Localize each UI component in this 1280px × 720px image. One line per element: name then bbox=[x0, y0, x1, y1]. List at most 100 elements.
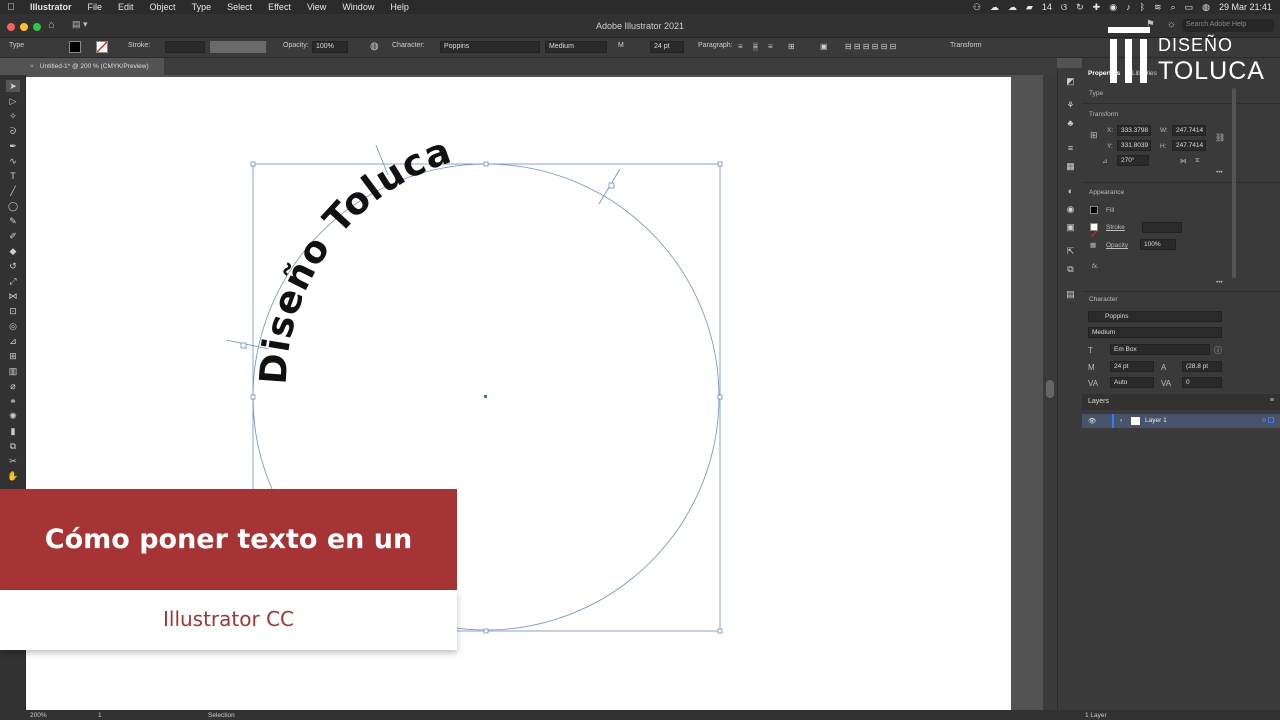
butterfly-icon[interactable]: ଓ bbox=[1061, 2, 1067, 13]
opacity-label[interactable]: Opacity bbox=[1106, 242, 1128, 249]
layer-name[interactable]: Layer 1 bbox=[1145, 417, 1167, 424]
menu-select[interactable]: Select bbox=[219, 2, 260, 12]
apple-icon[interactable]:  bbox=[0, 2, 22, 13]
menu-window[interactable]: Window bbox=[334, 2, 382, 12]
font-size-field[interactable]: 24 pt bbox=[650, 41, 684, 53]
type-tool-icon[interactable]: T bbox=[6, 170, 20, 182]
stroke-label[interactable]: Stroke bbox=[1106, 224, 1125, 231]
expand-chevron-icon[interactable]: › bbox=[1120, 417, 1122, 424]
x-field[interactable]: 333.3798 bbox=[1117, 125, 1151, 136]
vertical-scrollbar[interactable] bbox=[1043, 75, 1057, 710]
fill-swatch[interactable] bbox=[69, 41, 81, 53]
more-options-icon[interactable]: ••• bbox=[1216, 169, 1223, 176]
cloud-icon[interactable]: ☁ bbox=[990, 2, 999, 13]
flip-vertical-icon[interactable]: ⧖ bbox=[1195, 157, 1200, 165]
gradient-panel-icon[interactable]: ▦ bbox=[1064, 161, 1077, 172]
pen-tool-icon[interactable]: ✒ bbox=[6, 140, 20, 152]
selection-indicator[interactable] bbox=[1268, 417, 1274, 423]
wifi-icon[interactable]: ≋ bbox=[1154, 2, 1162, 13]
record-icon[interactable]: ◉ bbox=[1109, 2, 1117, 13]
cloud-icon-2[interactable]: ☁ bbox=[1008, 2, 1017, 13]
menu-view[interactable]: View bbox=[299, 2, 334, 12]
h-field[interactable]: 247.7414 bbox=[1172, 140, 1206, 151]
appearance-panel-icon[interactable]: ◉ bbox=[1064, 204, 1077, 215]
column-graph-tool-icon[interactable]: ▮ bbox=[6, 425, 20, 437]
fx-button[interactable]: fx. bbox=[1092, 263, 1099, 270]
document-tab[interactable]: × Untitled-1* @ 200 % (CMYK/Preview) bbox=[26, 58, 164, 75]
symbol-sprayer-tool-icon[interactable]: ✺ bbox=[6, 410, 20, 422]
mesh-tool-icon[interactable]: ⊞ bbox=[6, 350, 20, 362]
menu-app-name[interactable]: Illustrator bbox=[22, 2, 80, 12]
recolor-icon[interactable]: ◍ bbox=[370, 41, 379, 52]
ellipse-tool-icon[interactable]: ◯ bbox=[6, 200, 20, 212]
artboard-tool-icon[interactable]: ⧉ bbox=[6, 440, 20, 452]
libraries-icon[interactable]: ⚘ bbox=[1064, 100, 1077, 111]
font-size-field[interactable]: 24 pt bbox=[1110, 361, 1154, 372]
tracking-field[interactable]: 0 bbox=[1182, 377, 1222, 388]
layers-panel-title[interactable]: Layers bbox=[1088, 398, 1109, 405]
menu-type[interactable]: Type bbox=[184, 2, 220, 12]
stroke-weight-field[interactable] bbox=[1142, 222, 1182, 233]
blend-tool-icon[interactable]: ⚭ bbox=[6, 395, 20, 407]
spotlight-icon[interactable]: ⌕ bbox=[1171, 2, 1176, 13]
eyedropper-tool-icon[interactable]: ⌀ bbox=[6, 380, 20, 392]
leading-field[interactable]: (28.8 pt bbox=[1182, 361, 1222, 372]
y-field[interactable]: 331.8039 bbox=[1117, 140, 1151, 151]
menu-object[interactable]: Object bbox=[142, 2, 184, 12]
panel-scrollbar[interactable] bbox=[1232, 88, 1236, 278]
selection-tool-icon[interactable]: ➤ bbox=[6, 80, 20, 92]
stroke-panel-icon[interactable]: ≡ bbox=[1064, 143, 1077, 154]
align-icons[interactable]: ⊟ ⊟ ⊟ ⊟ ⊟ ⊟ bbox=[845, 42, 896, 51]
width-tool-icon[interactable]: ⋈ bbox=[6, 290, 20, 302]
zoom-level[interactable]: 200% bbox=[30, 712, 47, 719]
siri-icon[interactable]: ◍ bbox=[1202, 2, 1210, 13]
info-icon[interactable]: ⓘ bbox=[1214, 345, 1222, 356]
w-field[interactable]: 247.7414 bbox=[1172, 125, 1206, 136]
export-icon[interactable]: ⇱ bbox=[1064, 246, 1077, 257]
volume-icon[interactable]: ♪ bbox=[1126, 2, 1131, 12]
bluetooth-icon[interactable]: ᛒ bbox=[1140, 2, 1145, 12]
font-style-select[interactable]: Medium bbox=[545, 41, 607, 53]
stroke-swatch[interactable] bbox=[96, 41, 108, 53]
hand-tool-icon[interactable]: ✋ bbox=[6, 470, 20, 482]
more-options-icon[interactable]: ••• bbox=[1216, 279, 1223, 286]
current-tool[interactable]: Selection bbox=[208, 712, 235, 719]
status-icon-1[interactable]: ⚇ bbox=[973, 2, 981, 13]
align-right-icon[interactable]: ≡ bbox=[768, 42, 773, 51]
menu-file[interactable]: File bbox=[80, 2, 111, 12]
constrain-link-icon[interactable]: ⛓ bbox=[1215, 133, 1225, 142]
font-style-select[interactable]: Medium bbox=[1088, 327, 1222, 338]
plus-icon[interactable]: ✚ bbox=[1093, 2, 1101, 13]
align-center-icon[interactable]: ≡ bbox=[753, 42, 758, 51]
curvature-tool-icon[interactable]: ∿ bbox=[6, 155, 20, 167]
menu-help[interactable]: Help bbox=[382, 2, 417, 12]
graphic-styles-icon[interactable]: ▣ bbox=[1064, 222, 1077, 233]
path-text[interactable]: Diseño Toluca bbox=[252, 129, 457, 386]
menu-edit[interactable]: Edit bbox=[110, 2, 142, 12]
stroke-swatch[interactable] bbox=[1090, 223, 1098, 238]
control-center-icon[interactable]: ▭ bbox=[1185, 2, 1194, 13]
transform-link[interactable]: Transform bbox=[950, 42, 982, 49]
font-family-select[interactable]: Poppins bbox=[440, 41, 540, 53]
club-icon[interactable]: ♣ bbox=[1064, 118, 1077, 129]
rotation-field[interactable]: 270° bbox=[1117, 155, 1149, 166]
lasso-tool-icon[interactable]: ᘐ bbox=[6, 125, 20, 137]
target-icon[interactable]: ○ bbox=[1262, 417, 1266, 424]
magic-wand-tool-icon[interactable]: ✧ bbox=[6, 110, 20, 122]
transform-each-icon[interactable]: ⊞ bbox=[788, 42, 795, 51]
app-icon[interactable]: ▰ bbox=[1026, 2, 1033, 13]
scrollbar-thumb[interactable] bbox=[1046, 380, 1054, 398]
opacity-field[interactable]: 100% bbox=[312, 41, 348, 53]
flip-horizontal-icon[interactable]: ⋈ bbox=[1180, 157, 1187, 165]
font-family-select[interactable]: Poppins bbox=[1088, 311, 1222, 322]
layer-row[interactable]: 👁 › Layer 1 ○ bbox=[1082, 414, 1280, 428]
clock-datetime[interactable]: 29 Mar 21:41 bbox=[1219, 2, 1272, 12]
stroke-weight-field[interactable] bbox=[165, 41, 205, 53]
kerning-field[interactable]: Auto bbox=[1110, 377, 1154, 388]
menu-effect[interactable]: Effect bbox=[260, 2, 299, 12]
page-number[interactable]: 1 bbox=[98, 712, 102, 719]
gradient-tool-icon[interactable]: ▥ bbox=[6, 365, 20, 377]
rotate-tool-icon[interactable]: ↺ bbox=[6, 260, 20, 272]
align-left-icon[interactable]: ≡ bbox=[738, 42, 743, 51]
reference-point-icon[interactable]: ⊞ bbox=[1090, 130, 1098, 141]
